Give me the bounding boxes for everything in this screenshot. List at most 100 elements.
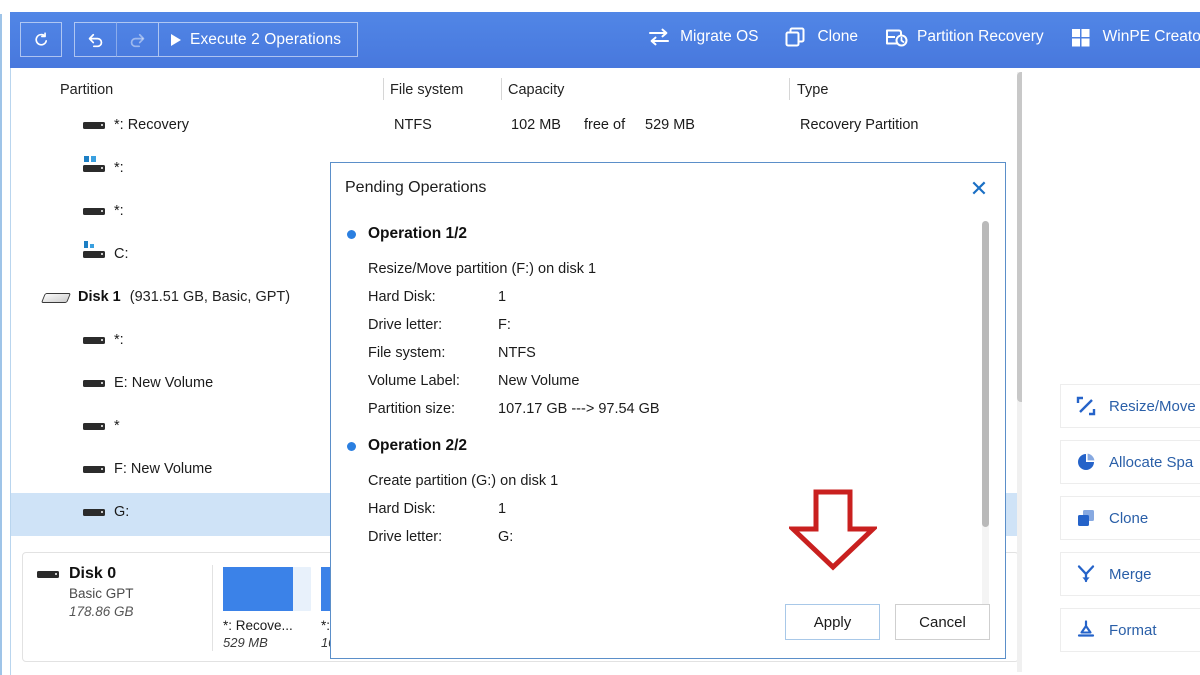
- disk-map-name: Disk 0: [69, 565, 117, 582]
- winpe-creator-button[interactable]: WinPE Creator: [1070, 26, 1200, 48]
- field-key: Drive letter:: [368, 529, 443, 545]
- dialog-title: Pending Operations: [345, 179, 487, 196]
- app-window: ▬▬▬▬▬▬▬▬▬▬▬▬▬: [0, 0, 1200, 675]
- dialog-body: Operation 1/2 Resize/Move partition (F:)…: [331, 211, 981, 606]
- field-value: NTFS: [498, 345, 536, 361]
- operation-heading-label: Operation 1/2: [368, 225, 468, 242]
- partition-name-cell: C:: [83, 240, 129, 262]
- bullet-icon: [347, 229, 356, 239]
- operation-heading: Operation 1/2: [347, 225, 981, 243]
- partition-table-header: Partition File system Capacity Type: [11, 72, 1017, 106]
- field-value: 1: [498, 501, 507, 517]
- type-cell: Recovery Partition: [800, 117, 919, 133]
- operation-field: Drive letter: F:: [368, 311, 981, 339]
- clone-label: Clone: [817, 28, 858, 45]
- hdd-icon: [83, 378, 105, 389]
- toolbar-left-group: Execute 2 Operations: [20, 22, 359, 57]
- field-value: F:: [498, 317, 511, 333]
- refresh-icon[interactable]: [20, 22, 62, 57]
- clone-action-button[interactable]: Clone: [1060, 496, 1200, 540]
- winpe-creator-glyph: [1071, 29, 1090, 47]
- disk-map-partition[interactable]: *: Recove... 529 MB: [223, 567, 311, 650]
- format-label: Format: [1109, 621, 1157, 639]
- capacity-free-cell: 102 MB: [511, 117, 561, 133]
- partition-name-cell: G:: [83, 504, 129, 520]
- allocate-space-label: Allocate Spa: [1109, 453, 1194, 471]
- partition-label: *: Recovery: [114, 117, 189, 133]
- partition-recovery-icon: [884, 26, 908, 48]
- format-button[interactable]: Format: [1060, 608, 1200, 652]
- field-key: Drive letter:: [368, 317, 443, 333]
- disk-map-partition-label: *: Recove...: [223, 618, 293, 633]
- disk-map-title: Disk 0: [37, 565, 212, 583]
- disk-map-usage-bar: [223, 567, 311, 611]
- migrate-os-button[interactable]: Migrate OS: [647, 26, 758, 48]
- refresh-glyph: [34, 32, 47, 46]
- disk-name-cell: Disk 1 (931.51 GB, Basic, GPT): [40, 289, 290, 305]
- disk-icon: [40, 290, 72, 304]
- partition-name-cell: *: [83, 418, 120, 434]
- partition-label: C:: [114, 246, 129, 262]
- column-header-capacity[interactable]: Capacity: [508, 82, 564, 98]
- merge-glyph: [1077, 565, 1095, 583]
- execute-operations-button[interactable]: Execute 2 Operations: [158, 22, 359, 57]
- pending-operations-dialog: Pending Operations ✕ Operation 1/2 Resiz…: [330, 162, 1006, 659]
- hdd-icon: [83, 335, 105, 346]
- disk-map-size: 178.86 GB: [69, 604, 134, 619]
- column-header-type[interactable]: Type: [797, 82, 828, 98]
- merge-icon: [1076, 564, 1096, 584]
- column-divider: [789, 78, 790, 100]
- disk-map-partition-size: 529 MB: [223, 635, 268, 650]
- operation-field: Drive letter: G:: [368, 523, 981, 551]
- hdd-icon: [83, 206, 105, 217]
- partition-label: *: [114, 418, 120, 434]
- column-header-partition[interactable]: Partition: [60, 82, 113, 98]
- capacity-total-cell: 529 MB: [645, 117, 695, 133]
- winpe-creator-icon: [1070, 26, 1094, 48]
- undo-icon[interactable]: [74, 22, 116, 57]
- migrate-os-label: Migrate OS: [680, 28, 759, 45]
- partition-recovery-button[interactable]: Partition Recovery: [884, 26, 1044, 48]
- dialog-scrollbar-thumb[interactable]: [982, 221, 989, 527]
- allocate-space-icon: [1076, 452, 1096, 472]
- partition-label: E: New Volume: [114, 375, 214, 391]
- apply-button[interactable]: Apply: [785, 604, 880, 640]
- clone-icon: [784, 26, 808, 48]
- clone-glyph: [785, 27, 805, 47]
- field-value: 1: [498, 289, 507, 305]
- redo-glyph: [130, 33, 145, 48]
- action-button-list: Resize/Move Allocate Spa Clone Merge For…: [1060, 384, 1200, 664]
- operation-summary: Create partition (G:) on disk 1: [368, 473, 559, 489]
- operation-field: File system: NTFS: [368, 339, 981, 367]
- operation-field: Hard Disk: 1: [368, 495, 981, 523]
- cancel-button[interactable]: Cancel: [895, 604, 990, 640]
- red-down-arrow-annotation: [789, 489, 877, 571]
- merge-button[interactable]: Merge: [1060, 552, 1200, 596]
- clone-action-label: Clone: [1109, 509, 1149, 527]
- migrate-os-icon: [647, 26, 671, 48]
- column-divider: [501, 78, 502, 100]
- winpe-creator-label: WinPE Creator: [1102, 28, 1200, 45]
- table-row[interactable]: *: Recovery NTFS 102 MB free of 529 MB R…: [11, 106, 1017, 149]
- field-key: Hard Disk:: [368, 501, 436, 517]
- migrate-os-glyph: [649, 28, 670, 46]
- operation-field: Partition size: 107.17 GB ---> 97.54 GB: [368, 395, 981, 423]
- operation-heading: Operation 2/2: [347, 437, 981, 455]
- file-system-cell: NTFS: [394, 117, 432, 133]
- redo-icon: [116, 22, 158, 57]
- allocate-space-button[interactable]: Allocate Spa: [1060, 440, 1200, 484]
- clipped-title-text: ▬▬▬▬▬▬▬▬▬▬▬▬▬: [880, 0, 1075, 6]
- close-icon[interactable]: ✕: [965, 175, 993, 203]
- field-key: File system:: [368, 345, 446, 361]
- column-header-file-system[interactable]: File system: [390, 82, 463, 98]
- resize-move-button[interactable]: Resize/Move: [1060, 384, 1200, 428]
- field-value: New Volume: [498, 373, 580, 389]
- partition-label: G:: [114, 504, 130, 520]
- field-key: Volume Label:: [368, 373, 460, 389]
- operation-summary: Resize/Move partition (F:) on disk 1: [368, 261, 597, 277]
- resize-move-glyph: [1076, 396, 1096, 416]
- window-left-border: [0, 0, 2, 675]
- main-toolbar: Execute 2 Operations Migrate OS Clone Pa…: [10, 12, 1200, 68]
- clone-button[interactable]: Clone: [784, 26, 858, 48]
- partition-label: *:: [114, 203, 124, 219]
